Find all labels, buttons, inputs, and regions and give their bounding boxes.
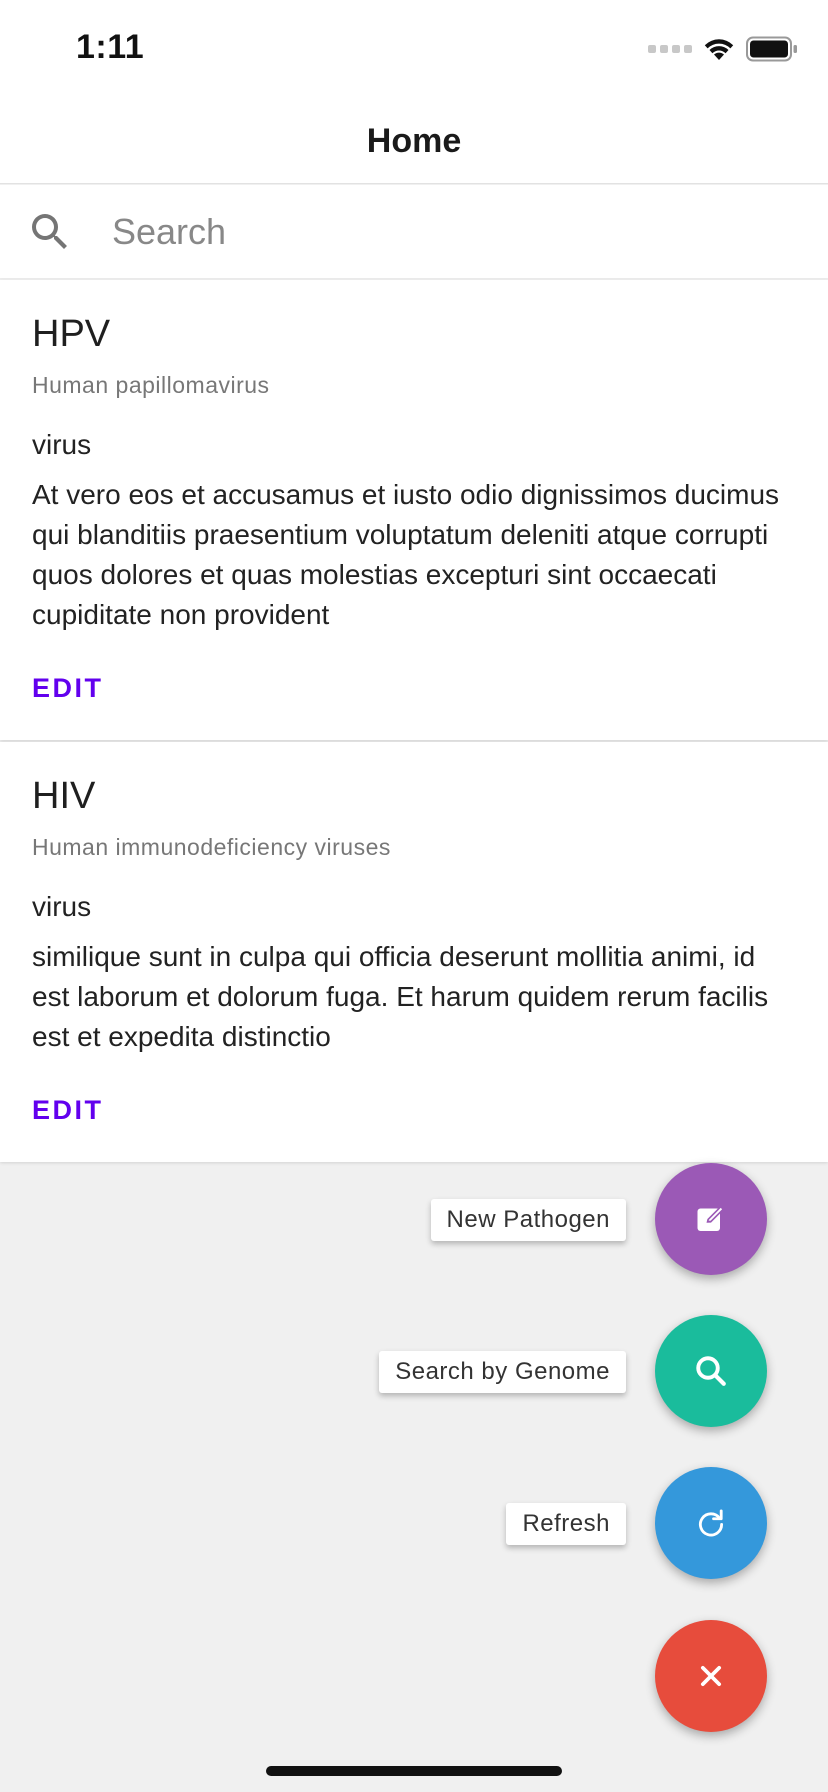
new-pathogen-label[interactable]: New Pathogen: [430, 1199, 626, 1241]
new-pathogen-button[interactable]: [655, 1163, 767, 1275]
pathogen-name: HIV: [32, 775, 96, 817]
close-menu-button[interactable]: [655, 1620, 767, 1732]
pathogen-description: At vero eos et accusamus et iusto odio d…: [32, 478, 780, 630]
pathogen-description: similique sunt in culpa qui officia dese…: [32, 940, 769, 1052]
refresh-button[interactable]: [655, 1467, 767, 1579]
navigation-bar: Home: [0, 100, 828, 184]
search-input[interactable]: [112, 210, 712, 253]
status-bar: 1:11: [0, 0, 828, 100]
edit-icon: [697, 1205, 725, 1231]
refresh-label[interactable]: Refresh: [506, 1503, 626, 1545]
status-icons: [648, 36, 798, 62]
pathogen-full-name: Human papillomavirus: [32, 371, 270, 398]
search-by-genome-label[interactable]: Search by Genome: [379, 1351, 626, 1393]
search-bar[interactable]: [0, 185, 828, 279]
page-title: Home: [366, 122, 462, 160]
pathogen-full-name: Human immunodeficiency viruses: [32, 833, 391, 860]
status-time: 1:11: [76, 28, 145, 66]
pathogen-card: HPV Human papillomavirus virus At vero e…: [0, 280, 828, 740]
edit-button[interactable]: EDIT: [32, 1095, 104, 1126]
pathogen-type: virus: [32, 428, 92, 460]
edit-button[interactable]: EDIT: [32, 673, 104, 704]
close-icon: [700, 1665, 722, 1687]
pathogen-card: HIV Human immunodeficiency viruses virus…: [0, 742, 828, 1162]
cellular-signal-icon: [648, 45, 692, 53]
battery-icon: [746, 36, 798, 62]
refresh-icon: [698, 1509, 724, 1537]
search-by-genome-button[interactable]: [655, 1315, 767, 1427]
pathogen-name: HPV: [32, 313, 111, 355]
wifi-icon: [702, 36, 736, 62]
search-icon: [32, 213, 67, 249]
search-icon: [696, 1356, 726, 1386]
pathogen-type: virus: [32, 890, 92, 922]
home-indicator[interactable]: [266, 1766, 562, 1776]
